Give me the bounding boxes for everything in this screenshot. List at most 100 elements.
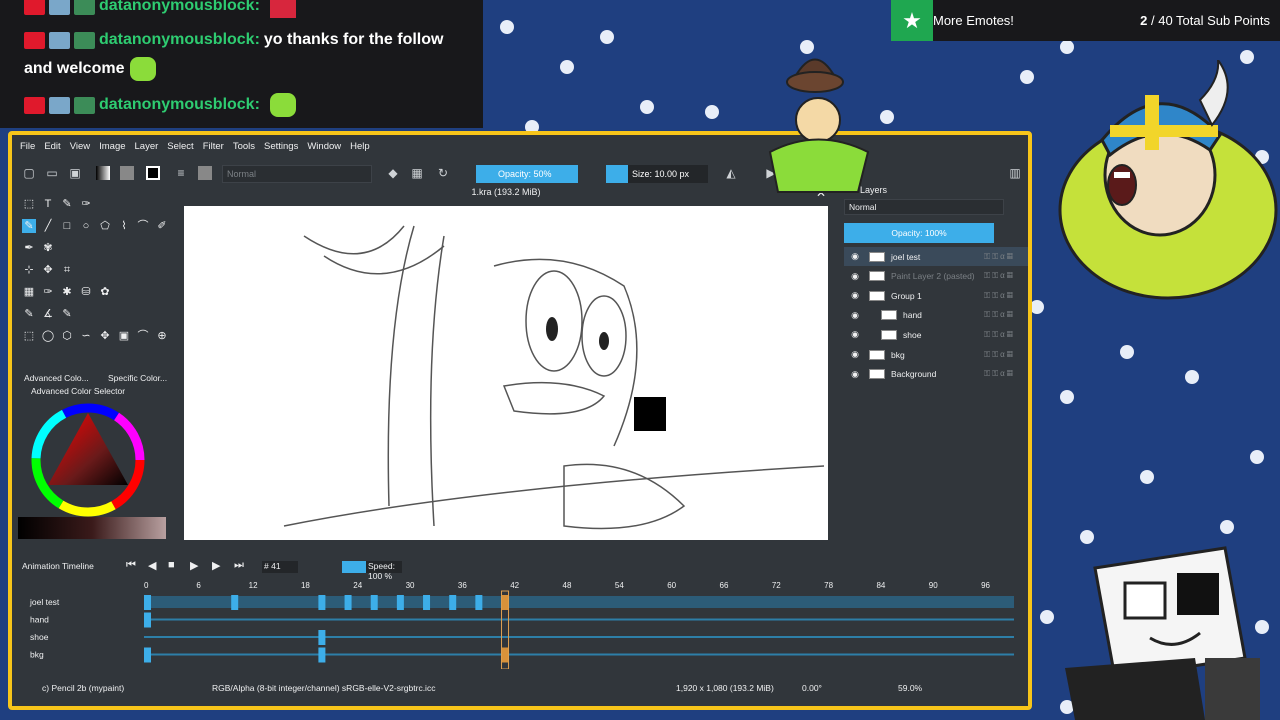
keyframe[interactable]: [449, 595, 457, 610]
multibrush-tool-icon[interactable]: ✾: [41, 241, 55, 255]
previous-frame-icon[interactable]: ◀: [148, 559, 156, 572]
menu-item-filter[interactable]: Filter: [203, 141, 224, 157]
layer-row[interactable]: ◉ Background ⚿⚿α▦: [844, 365, 1028, 384]
edit-shapes-tool-icon[interactable]: ✎: [60, 197, 74, 211]
enclose-fill-tool-icon[interactable]: ✿: [98, 285, 112, 299]
keyframe[interactable]: [318, 630, 326, 645]
visibility-eye-icon[interactable]: ◉: [849, 329, 861, 340]
menu-item-settings[interactable]: Settings: [264, 141, 298, 157]
timeline-grid[interactable]: 0 6 12 18 24 30 36 42 48 54 60 66 72 78 84 90 96 joel tes…: [16, 579, 1028, 669]
gradient-icon[interactable]: [96, 166, 110, 180]
opacity-slider[interactable]: Opacity: 50%: [476, 165, 578, 183]
move-tool-icon[interactable]: ✥: [41, 263, 55, 277]
keyframe[interactable]: [144, 595, 151, 610]
contiguous-select-tool-icon[interactable]: ✥: [98, 329, 112, 343]
polyline-tool-icon[interactable]: ⌇: [117, 219, 131, 233]
visibility-eye-icon[interactable]: ◉: [849, 349, 861, 360]
rectangle-tool-icon[interactable]: □: [60, 219, 74, 233]
mirror-horizontal-icon[interactable]: ◭: [724, 166, 738, 180]
color-wheel[interactable]: [26, 395, 166, 525]
menu-item-window[interactable]: Window: [307, 141, 341, 157]
playback-speed-field[interactable]: Speed: 100 %: [342, 561, 402, 581]
freehand-path-tool-icon[interactable]: ✐: [155, 219, 169, 233]
color-picker-tool-icon[interactable]: ✑: [41, 285, 55, 299]
layer-row[interactable]: ◉ bkg ⚿⚿α▦: [844, 345, 1028, 364]
blend-mode-dropdown[interactable]: Normal: [222, 165, 372, 183]
color-history-bar[interactable]: [18, 517, 166, 539]
gradient-tool-icon[interactable]: ▦: [22, 285, 36, 299]
tab-advanced-color[interactable]: Advanced Colo...: [24, 373, 89, 383]
timeline-track[interactable]: [144, 596, 1014, 608]
timeline-track[interactable]: [144, 618, 1014, 621]
menu-item-select[interactable]: Select: [167, 141, 193, 157]
menu-item-view[interactable]: View: [70, 141, 90, 157]
keyframe[interactable]: [396, 595, 404, 610]
layer-property-icons[interactable]: ⚿⚿α▦: [984, 310, 1028, 320]
keyframe[interactable]: [501, 595, 509, 610]
layer-property-icons[interactable]: ⚿⚿α▦: [984, 291, 1028, 301]
pattern-icon[interactable]: [120, 166, 134, 180]
layer-opacity-slider[interactable]: Opacity: 100%: [844, 223, 994, 243]
crop-tool-icon[interactable]: ⌗: [60, 263, 74, 277]
menu-item-help[interactable]: Help: [350, 141, 370, 157]
open-document-icon[interactable]: ▭: [45, 166, 59, 180]
brush-presets-icon[interactable]: ≡: [174, 166, 188, 180]
reload-icon[interactable]: ↻: [436, 166, 450, 180]
magnetic-select-tool-icon[interactable]: ⊕: [155, 329, 169, 343]
freehand-brush-tool-icon[interactable]: ✎: [22, 219, 36, 233]
keyframe[interactable]: [423, 595, 431, 610]
layer-property-icons[interactable]: ⚿⚿α▦: [984, 271, 1028, 281]
eraser-icon[interactable]: ◆: [386, 166, 400, 180]
select-shapes-tool-icon[interactable]: ⬚: [22, 197, 36, 211]
layer-property-icons[interactable]: ⚿⚿α▦: [984, 252, 1028, 262]
menu-item-edit[interactable]: Edit: [44, 141, 60, 157]
layer-property-icons[interactable]: ⚿⚿α▦: [984, 369, 1028, 379]
bezier-tool-icon[interactable]: ⌒: [136, 219, 150, 233]
keyframe[interactable]: [144, 612, 151, 628]
polygon-tool-icon[interactable]: ⬠: [98, 219, 112, 233]
visibility-eye-icon[interactable]: ◉: [849, 369, 861, 380]
visibility-eye-icon[interactable]: ◉: [849, 290, 861, 301]
menu-item-image[interactable]: Image: [99, 141, 125, 157]
keyframe[interactable]: [318, 647, 326, 663]
timeline-track[interactable]: [144, 636, 1014, 638]
timeline-row-label[interactable]: joel test: [29, 597, 60, 607]
layer-property-icons[interactable]: ⚿⚿α▦: [984, 350, 1028, 360]
play-icon[interactable]: ▶: [190, 559, 198, 572]
menu-item-tools[interactable]: Tools: [233, 141, 255, 157]
polygon-select-tool-icon[interactable]: ⬡: [60, 329, 74, 343]
smart-patch-tool-icon[interactable]: ✱: [60, 285, 74, 299]
line-tool-icon[interactable]: ╱: [41, 219, 55, 233]
tab-specific-color[interactable]: Specific Color...: [108, 373, 167, 383]
layer-property-icons[interactable]: ⚿⚿α▦: [984, 330, 1028, 340]
keyframe[interactable]: [318, 595, 326, 610]
visibility-eye-icon[interactable]: ◉: [849, 271, 861, 282]
keyframe[interactable]: [370, 595, 378, 610]
keyframe[interactable]: [475, 595, 483, 610]
keyframe[interactable]: [501, 647, 509, 663]
layer-row[interactable]: ◉ hand ⚿⚿α▦: [844, 306, 1028, 325]
last-frame-icon[interactable]: ⏭: [234, 559, 244, 572]
foreground-color-icon[interactable]: [146, 166, 160, 180]
visibility-eye-icon[interactable]: ◉: [849, 310, 861, 321]
first-frame-icon[interactable]: ⏮: [126, 559, 136, 572]
freehand-select-tool-icon[interactable]: ∽: [79, 329, 93, 343]
chat-username[interactable]: datanonymousblock:: [99, 31, 260, 49]
new-document-icon[interactable]: ▢: [22, 166, 36, 180]
timeline-row-label[interactable]: hand: [30, 615, 49, 625]
brush-preset-icon[interactable]: [198, 166, 212, 180]
text-tool-icon[interactable]: T: [41, 197, 55, 211]
layer-row[interactable]: ◉ joel test ⚿⚿α▦: [844, 247, 1028, 266]
rect-select-tool-icon[interactable]: ⬚: [22, 329, 36, 343]
keyframe[interactable]: [344, 595, 352, 610]
chat-username[interactable]: datanonymousblock:: [99, 96, 260, 114]
layer-row[interactable]: ◉ Group 1 ⚿⚿α▦: [844, 286, 1028, 305]
transform-tool-icon[interactable]: ⊹: [22, 263, 36, 277]
menu-item-file[interactable]: File: [20, 141, 35, 157]
stop-icon[interactable]: ■: [168, 559, 175, 571]
timeline-row-label[interactable]: shoe: [30, 632, 49, 642]
fill-tool-icon[interactable]: ⛁: [79, 285, 93, 299]
next-frame-icon[interactable]: ▶: [212, 559, 220, 572]
save-icon[interactable]: ▣: [68, 166, 82, 180]
bezier-select-tool-icon[interactable]: ⌒: [136, 329, 150, 343]
